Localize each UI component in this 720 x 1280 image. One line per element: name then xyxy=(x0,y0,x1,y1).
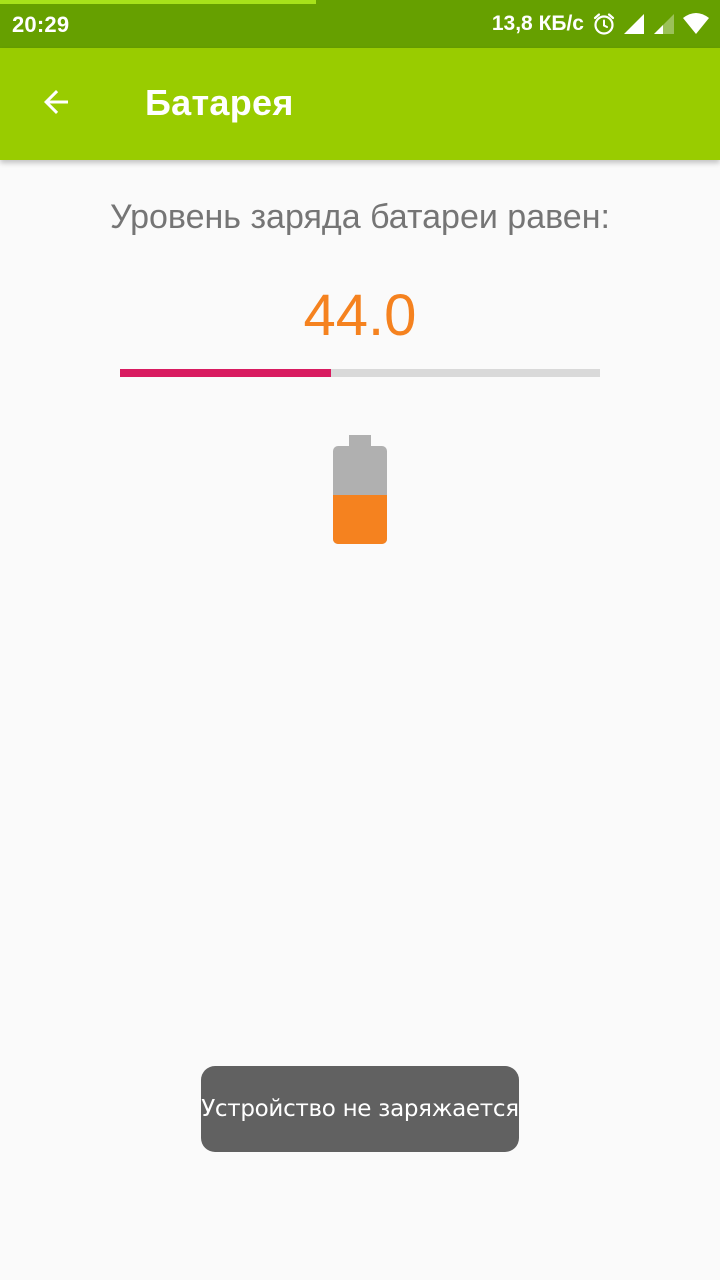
battery-icon xyxy=(332,435,388,545)
network-speed: 13,8 КБ/с xyxy=(491,12,584,35)
status-icons: 13,8 КБ/с xyxy=(492,10,710,38)
signal-icon xyxy=(622,12,646,36)
arrow-left-icon xyxy=(38,84,74,125)
battery-level-label: Уровень заряда батареи равен: xyxy=(110,198,610,236)
status-time: 20:29 xyxy=(12,12,70,37)
toast: Устройство не заряжается xyxy=(201,1066,519,1152)
alarm-icon xyxy=(592,12,616,36)
signal-weak-icon xyxy=(652,12,676,36)
battery-progress-fill xyxy=(120,369,332,377)
app-bar: Батарея xyxy=(0,48,720,160)
page-title: Батарея xyxy=(145,82,294,123)
toast-message: Устройство не заряжается xyxy=(201,1096,519,1122)
back-button[interactable] xyxy=(28,76,84,132)
status-progress-indicator xyxy=(0,0,316,4)
battery-level-value: 44.0 xyxy=(303,283,417,348)
status-bar: 20:29 13,8 КБ/с xyxy=(0,0,720,48)
wifi-icon xyxy=(682,12,710,36)
battery-progress-bar xyxy=(120,369,600,377)
